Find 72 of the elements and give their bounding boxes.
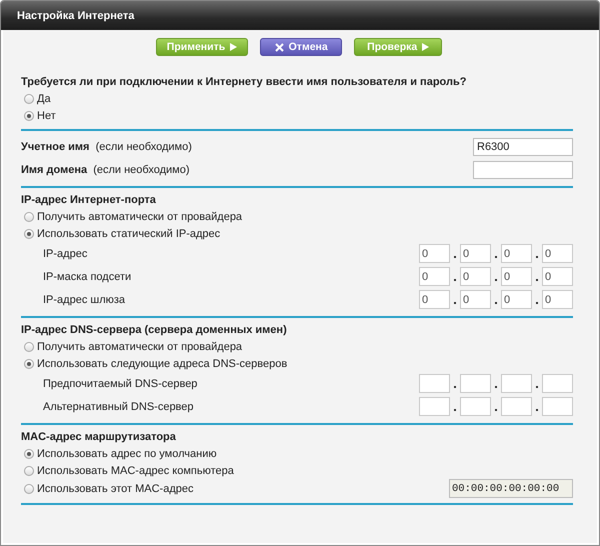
radio-button[interactable] <box>24 94 34 104</box>
field-label: IP-адрес шлюза <box>43 294 126 306</box>
radio-button[interactable] <box>24 466 34 476</box>
radio-label: Нет <box>37 110 56 122</box>
octet-field[interactable] <box>419 397 450 416</box>
octet-field[interactable] <box>419 374 450 393</box>
octet-field[interactable]: 0 <box>419 267 450 286</box>
octet-separator <box>536 256 538 258</box>
radio-button[interactable] <box>24 484 34 494</box>
octet-separator <box>454 386 456 388</box>
radio-label: Да <box>37 92 51 104</box>
section-title: Требуется ли при подключении к Интернету ввести имя пользователя и пароль? <box>21 75 468 90</box>
play-icon <box>422 43 430 51</box>
octet-field[interactable]: 0 <box>501 290 532 309</box>
octet-field[interactable]: 0 <box>460 244 491 263</box>
section-title: MAC-адрес маршрутизатора <box>21 430 177 445</box>
radio-label: Использовать этот MAC-адрес <box>37 482 194 494</box>
octet-field[interactable]: 0 <box>460 290 491 309</box>
octet-field[interactable]: 0 <box>501 267 532 286</box>
radio-button[interactable] <box>24 358 34 368</box>
octet-field[interactable]: 0 <box>501 244 532 263</box>
radio-label: Использовать MAC-адрес компьютера <box>37 464 234 476</box>
octet-field[interactable] <box>501 397 532 416</box>
octet-field[interactable]: 0 <box>419 290 450 309</box>
radio-button[interactable] <box>24 342 34 352</box>
octet-field[interactable] <box>542 397 573 416</box>
close-icon <box>274 42 284 52</box>
octet-field[interactable] <box>460 397 491 416</box>
section-title: IP-адрес DNS-сервера (сервера доменных имен) <box>21 323 288 338</box>
radio-label: Получить автоматически от провайдера <box>37 340 242 352</box>
radio-button[interactable] <box>24 228 34 238</box>
octet-separator <box>454 278 456 280</box>
octet-separator <box>536 386 538 388</box>
octet-field[interactable] <box>542 374 573 393</box>
octet-field[interactable] <box>501 374 532 393</box>
octet-field[interactable]: 0 <box>460 267 491 286</box>
play-icon <box>230 43 238 51</box>
octet-separator <box>454 408 456 410</box>
mac-address-field[interactable]: 00:00:00:00:00:00 <box>449 479 573 498</box>
octet-separator <box>495 278 497 280</box>
octet-separator <box>495 256 497 258</box>
octet-field[interactable] <box>460 374 491 393</box>
field-label: IP-адрес <box>43 248 88 260</box>
octet-separator <box>536 278 538 280</box>
window-title: Настройка Интернета <box>1 1 599 30</box>
radio-button[interactable] <box>24 212 34 222</box>
section-title: IP-адрес Интернет-порта <box>21 193 157 208</box>
field-label: Предпочитаемый DNS-сервер <box>43 378 198 390</box>
field-label: Альтернативный DNS-сервер <box>43 400 194 412</box>
radio-label: Получить автоматически от провайдера <box>37 210 242 222</box>
octet-separator <box>454 256 456 258</box>
octet-separator <box>495 302 497 304</box>
input-field[interactable]: R6300 <box>473 138 573 156</box>
radio-label: Использовать адрес по умолчанию <box>37 448 217 460</box>
octet-separator <box>495 408 497 410</box>
cancel-button[interactable]: Отмена <box>260 38 342 56</box>
octet-separator <box>495 386 497 388</box>
radio-label: Использовать следующие адреса DNS-серверов <box>37 358 288 370</box>
input-field[interactable] <box>473 160 573 178</box>
field-label: IP-маска подсети <box>43 270 132 282</box>
radio-label: Использовать статический IP-адрес <box>37 228 220 240</box>
octet-separator <box>536 302 538 304</box>
field-label: Имя домена (если необходимо) <box>21 164 190 176</box>
octet-field[interactable]: 0 <box>542 290 573 309</box>
octet-separator <box>536 408 538 410</box>
radio-button[interactable] <box>24 448 34 458</box>
octet-separator <box>454 302 456 304</box>
octet-field[interactable]: 0 <box>542 244 573 263</box>
octet-field[interactable]: 0 <box>419 244 450 263</box>
field-label: Учетное имя (если необходимо) <box>21 140 192 152</box>
octet-field[interactable]: 0 <box>542 267 573 286</box>
radio-button[interactable] <box>24 110 34 120</box>
